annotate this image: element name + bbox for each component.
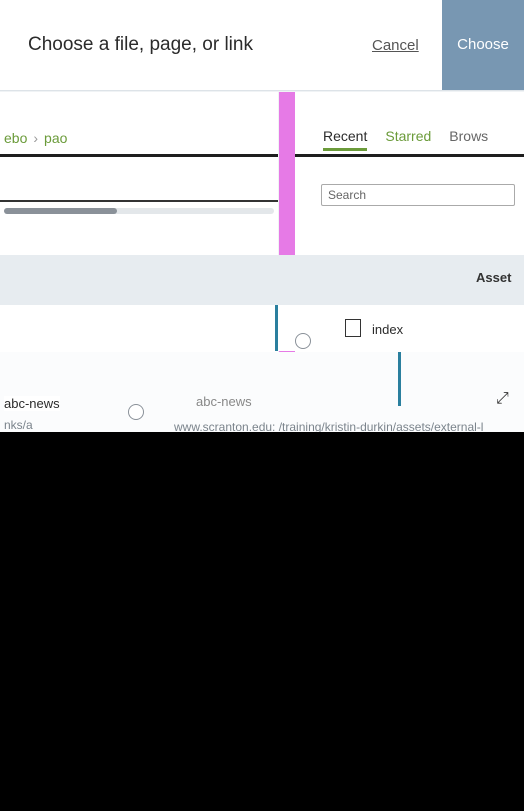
cancel-button[interactable]: Cancel (372, 37, 419, 54)
breadcrumb: ebo › pao (4, 130, 67, 146)
asset-name[interactable]: index (372, 322, 403, 337)
loading-bar-fill (4, 208, 118, 214)
divider (295, 154, 524, 157)
loading-bar (4, 208, 274, 214)
tab-recent[interactable]: Recent (323, 128, 368, 151)
list-header-band (0, 255, 524, 305)
list-item[interactable]: abc-news nks/a abc-news www.scranton.edu… (0, 352, 524, 432)
breadcrumb-item[interactable]: ebo (4, 130, 27, 146)
dialog-header: Choose a file, page, or link Cancel Choo… (0, 0, 524, 91)
divider (0, 154, 278, 157)
asset-name[interactable]: abc-news (196, 394, 252, 409)
dialog-title: Choose a file, page, or link (28, 34, 253, 55)
select-radio[interactable] (295, 333, 311, 349)
breadcrumb-separator: › (33, 130, 39, 146)
tab-browse[interactable]: Brows (449, 128, 488, 151)
document-icon (345, 319, 361, 337)
asset-name-left: abc-news (4, 396, 60, 411)
row-accent-bar (275, 305, 278, 351)
asset-path: www.scranton.edu: /training/kristin-durk… (174, 420, 484, 432)
tab-starred[interactable]: Starred (385, 128, 431, 151)
external-link-icon[interactable]: ⤢ (496, 390, 509, 408)
choose-button[interactable]: Choose (442, 0, 524, 90)
divider (0, 200, 278, 202)
list-item[interactable]: index (0, 305, 524, 351)
asset-chooser-dialog: Choose a file, page, or link Cancel Choo… (0, 0, 524, 432)
column-header-asset: Asset (476, 270, 512, 285)
breadcrumb-item[interactable]: pao (44, 130, 67, 146)
select-radio[interactable] (128, 404, 144, 420)
search-input[interactable]: Search (321, 184, 515, 206)
tab-bar: Recent Starred Brows (323, 128, 488, 151)
row-accent-bar (398, 352, 401, 406)
asset-path-left: nks/a (4, 418, 33, 432)
